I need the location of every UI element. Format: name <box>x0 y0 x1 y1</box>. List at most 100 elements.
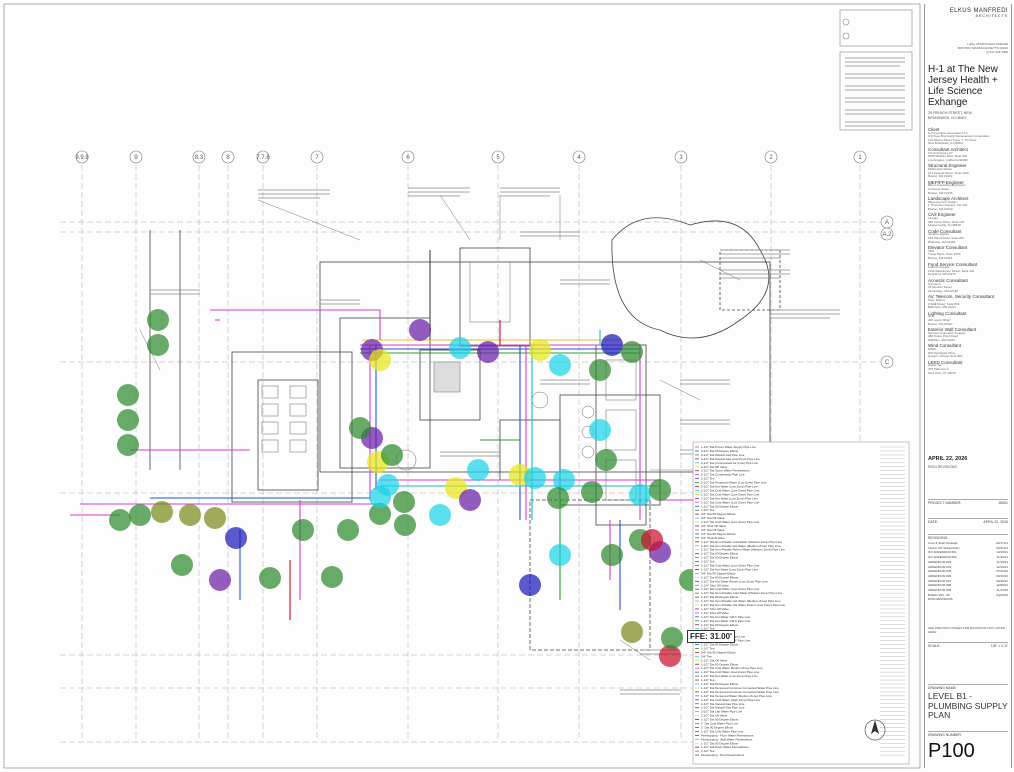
firm-logo: ELKUS MANFREDI ARCHITECTS <box>928 8 1008 18</box>
clash-dot <box>369 349 391 371</box>
pipe-legend-table: 1-1/2" Dia Primer Water Supply Pipe Line… <box>692 441 910 765</box>
project-number-row: PROJECT NUMBER: 18061 <box>928 499 1008 505</box>
clash-dot <box>549 544 571 566</box>
date-label: DATE: <box>928 520 939 524</box>
drawing-name-label: DRAWING NAME: <box>928 684 1008 690</box>
previous-issues-note: SEE PREVIOUS ISSUES FOR REVISIONS NOT LI… <box>928 626 1005 634</box>
drawing-number-label: DRAWING NUMBER: <box>928 731 1008 737</box>
consultant-line: Cambridge, MA 02138 <box>928 288 958 293</box>
clash-dot <box>321 566 343 588</box>
consultant-line: Lawrenceville, NJ 08648 <box>928 223 961 228</box>
grid-column-label: 7.7.6 <box>256 155 270 161</box>
plumbing-plan-drawing: 9.9.898.387.7.67654321 AA.2CDEE.1E.3 <box>3 3 921 769</box>
revisions-header: REVISIONS: <box>928 534 1008 540</box>
clash-dot <box>151 501 173 523</box>
clash-dot <box>129 504 151 526</box>
firm-sub: ARCHITECTS <box>975 14 1008 18</box>
clash-dot <box>377 474 399 496</box>
clash-dot <box>171 554 193 576</box>
firm-address: Lobby 25 DRYDOCK AVENUE BOSTON, MASSACHU… <box>928 42 1008 54</box>
clash-dot <box>381 444 403 466</box>
clash-dot <box>524 467 546 489</box>
clash-dot <box>117 409 139 431</box>
clash-dot <box>519 574 541 596</box>
consultant-line: Boston, MA 02129 <box>928 206 953 211</box>
clash-dot <box>581 481 603 503</box>
date-value: APRIL 22, 2026 <box>983 520 1008 524</box>
grid-row-label: A <box>885 220 889 226</box>
project-number-label: PROJECT NUMBER: <box>928 501 962 505</box>
consultant-list: Client NJ Innovation Associates LLC C/O Ne… <box>928 126 1008 375</box>
clash-dot <box>117 434 139 456</box>
clash-dot <box>337 519 359 541</box>
scale-value: 1/8" = 1'-0" <box>990 644 1008 648</box>
clash-dot <box>449 337 471 359</box>
drawing-number: P100 <box>928 740 975 762</box>
clash-dot <box>147 309 169 331</box>
clash-dot <box>547 487 569 509</box>
consultant-line: Guelph, Ontario N1G 4P6 <box>928 354 963 359</box>
clash-dot <box>409 319 431 341</box>
clash-dot <box>595 449 617 471</box>
grid-column-label: 8.3 <box>195 155 204 161</box>
consultant-line: Boston, MA 02116 <box>928 256 953 260</box>
clash-dot <box>549 354 571 376</box>
clash-dot <box>589 419 611 441</box>
scale-label: SCALE: <box>928 644 941 648</box>
clash-dot <box>259 567 281 589</box>
consultant-line: Boston, MA 02135 <box>928 190 953 195</box>
revision-label: RODI REVISIONS <box>928 597 953 602</box>
consultant-line: New York, NY 10016 <box>928 370 956 375</box>
project-number: 18061 <box>998 501 1008 505</box>
clash-dot <box>393 491 415 513</box>
title-block: ELKUS MANFREDI ARCHITECTS Lobby 25 DRYDO… <box>924 4 1012 768</box>
clash-dot <box>117 384 139 406</box>
clash-dot <box>292 519 314 541</box>
clash-dot <box>589 359 611 381</box>
clash-dot <box>349 417 371 439</box>
firm-address-line: (t) 617.426.1300 <box>985 50 1008 54</box>
revisions-list: Core & Shell Package 02/17/21 Interior CD … <box>928 541 1008 602</box>
legend-row-label: Firestopping - Roof Penetrations <box>701 753 745 757</box>
key-notes-box <box>839 9 913 131</box>
clash-dot <box>209 569 231 591</box>
clash-dot <box>661 627 683 649</box>
consultant-line: Rockland, MA 02370 <box>928 272 956 277</box>
clash-dot <box>179 504 201 526</box>
consultant-line: Boston, MA 02110 <box>928 174 953 179</box>
clash-dot <box>225 527 247 549</box>
clash-dot <box>394 514 416 536</box>
date-row: DATE: APRIL 22, 2026 <box>928 518 1008 524</box>
drawing-name: LEVEL B1 - PLUMBING SUPPLY PLAN <box>928 691 1008 720</box>
clash-dot <box>429 504 451 526</box>
grid-row-label: C <box>885 360 890 366</box>
grid-column-label: 9.9.8 <box>75 155 89 161</box>
revision-row: RODI REVISIONS <box>928 597 1008 602</box>
ffe-label: FFE: 31.00' <box>687 630 735 643</box>
clash-dot <box>529 339 551 361</box>
project-address-line: BRUNSWICK, NJ 08901 <box>928 115 967 120</box>
issue-date: APRIL 22, 2026 <box>928 456 968 462</box>
consultant-line: Braintree, MA 02184 <box>928 239 956 244</box>
clash-dot <box>621 621 643 643</box>
clash-dot <box>649 479 671 501</box>
clash-dot <box>601 544 623 566</box>
consultant-line: Los Angeles, California 90036 <box>928 157 968 162</box>
clash-dot <box>641 529 663 551</box>
clash-dot <box>459 489 481 511</box>
scale-row: SCALE: 1/8" = 1'-0" <box>928 642 1008 648</box>
project-title: H-1 at The New Jersey Health + Life Scie… <box>928 64 998 108</box>
drawing-sheet: 9.9.898.387.7.67654321 AA.2CDEE.1E.3 <box>0 0 1014 772</box>
consultant-line: Baltimore, MD 21211 <box>928 305 956 310</box>
clash-dot <box>467 459 489 481</box>
clash-dot <box>204 507 226 529</box>
clash-dot <box>147 334 169 356</box>
consultant-line: Waltham, MA 02451 <box>928 337 955 342</box>
revision-date: 04/22/26 <box>996 592 1008 597</box>
project-address: 25 FRENCH STREET, NEW BRUNSWICK, NJ 0890… <box>928 111 1008 120</box>
consultant-line: Boston, MA 02110 <box>928 321 953 326</box>
clash-dots <box>109 309 727 667</box>
clash-dot <box>621 341 643 363</box>
clash-dot <box>629 484 651 506</box>
clash-dot <box>109 509 131 531</box>
